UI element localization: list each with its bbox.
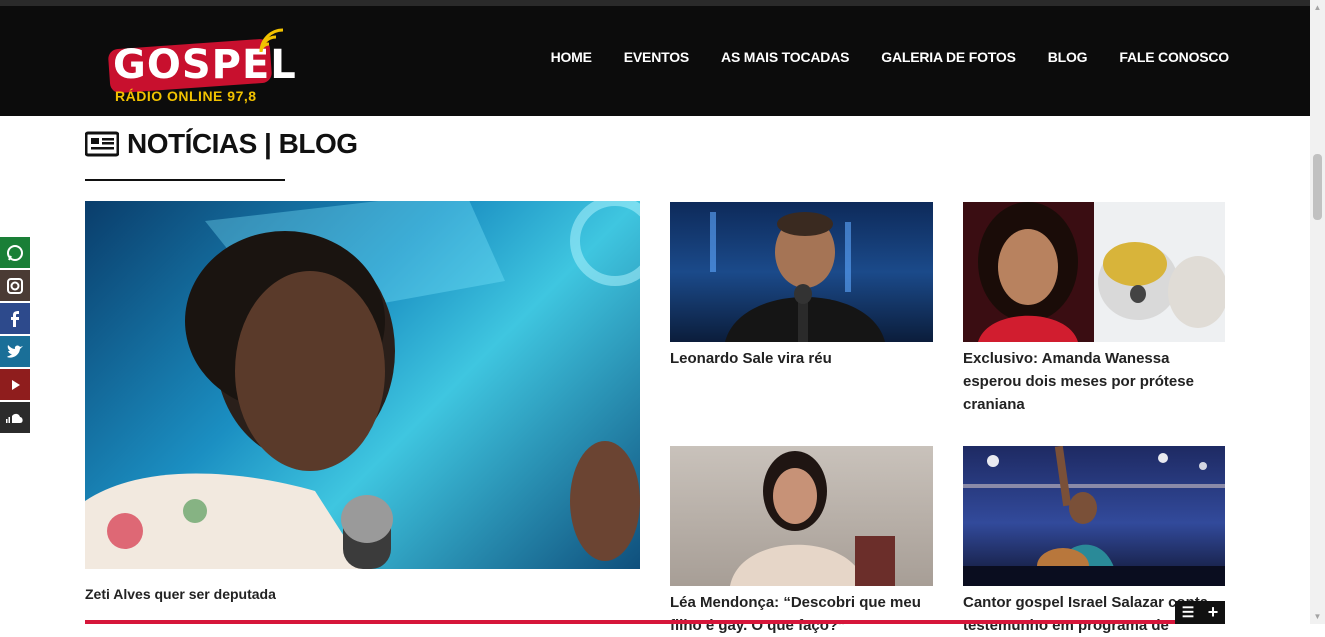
social-sidebar [0,237,30,435]
page-title: NOTÍCIAS | BLOG [127,128,358,159]
newspaper-icon [85,131,119,157]
post-title-2[interactable]: Exclusivo: Amanda Wanessa esperou dois m… [963,347,1225,416]
youtube-icon[interactable] [0,369,30,400]
scroll-down-icon[interactable]: ▼ [1310,609,1325,624]
scroll-thumb[interactable] [1313,154,1322,220]
featured-post-image[interactable] [85,201,640,569]
featured-post-title[interactable]: Zeti Alves quer ser deputada [85,583,640,606]
site-logo[interactable]: GOSPEL RÁDIO ONLINE 97,8 [105,22,296,110]
post-image-2[interactable] [963,202,1225,342]
floating-menu[interactable]: ☰ + [1175,601,1225,624]
site-header: GOSPEL RÁDIO ONLINE 97,8 HOME EVENTOS AS… [0,6,1310,116]
post-card-3[interactable]: Léa Mendonça: “Descobri que meu filho é … [670,446,933,637]
post-image-1[interactable] [670,202,933,342]
instagram-icon[interactable] [0,270,30,301]
post-title-3[interactable]: Léa Mendonça: “Descobri que meu filho é … [670,591,933,637]
featured-post[interactable]: Zeti Alves quer ser deputada [85,201,640,606]
bottom-accent-bar [85,620,1225,624]
twitter-icon[interactable] [0,336,30,367]
nav-eventos[interactable]: EVENTOS [624,49,689,65]
nav-mais-tocadas[interactable]: AS MAIS TOCADAS [721,49,849,65]
scroll-up-icon[interactable]: ▲ [1310,0,1325,15]
nav-fale-conosco[interactable]: FALE CONOSCO [1119,49,1229,65]
main-nav: HOME EVENTOS AS MAIS TOCADAS GALERIA DE … [519,49,1230,65]
nav-galeria[interactable]: GALERIA DE FOTOS [881,49,1016,65]
radio-waves-icon [259,28,284,53]
post-card-1[interactable]: Leonardo Sale vira réu [670,202,933,370]
whatsapp-icon[interactable] [0,237,30,268]
post-title-1[interactable]: Leonardo Sale vira réu [670,347,933,370]
post-card-2[interactable]: Exclusivo: Amanda Wanessa esperou dois m… [963,202,1225,416]
plus-icon[interactable]: + [1208,602,1219,623]
nav-blog[interactable]: BLOG [1048,49,1088,65]
section-heading: NOTÍCIAS | BLOG [85,128,358,160]
soundcloud-icon[interactable] [0,402,30,433]
title-divider [85,179,285,181]
page-scrollbar[interactable]: ▲ ▼ [1310,0,1325,624]
nav-home[interactable]: HOME [551,49,592,65]
list-icon[interactable]: ☰ [1182,604,1195,621]
facebook-icon[interactable] [0,303,30,334]
post-image-4[interactable] [963,446,1225,586]
post-image-3[interactable] [670,446,933,586]
logo-subtitle: RÁDIO ONLINE 97,8 [115,88,257,104]
